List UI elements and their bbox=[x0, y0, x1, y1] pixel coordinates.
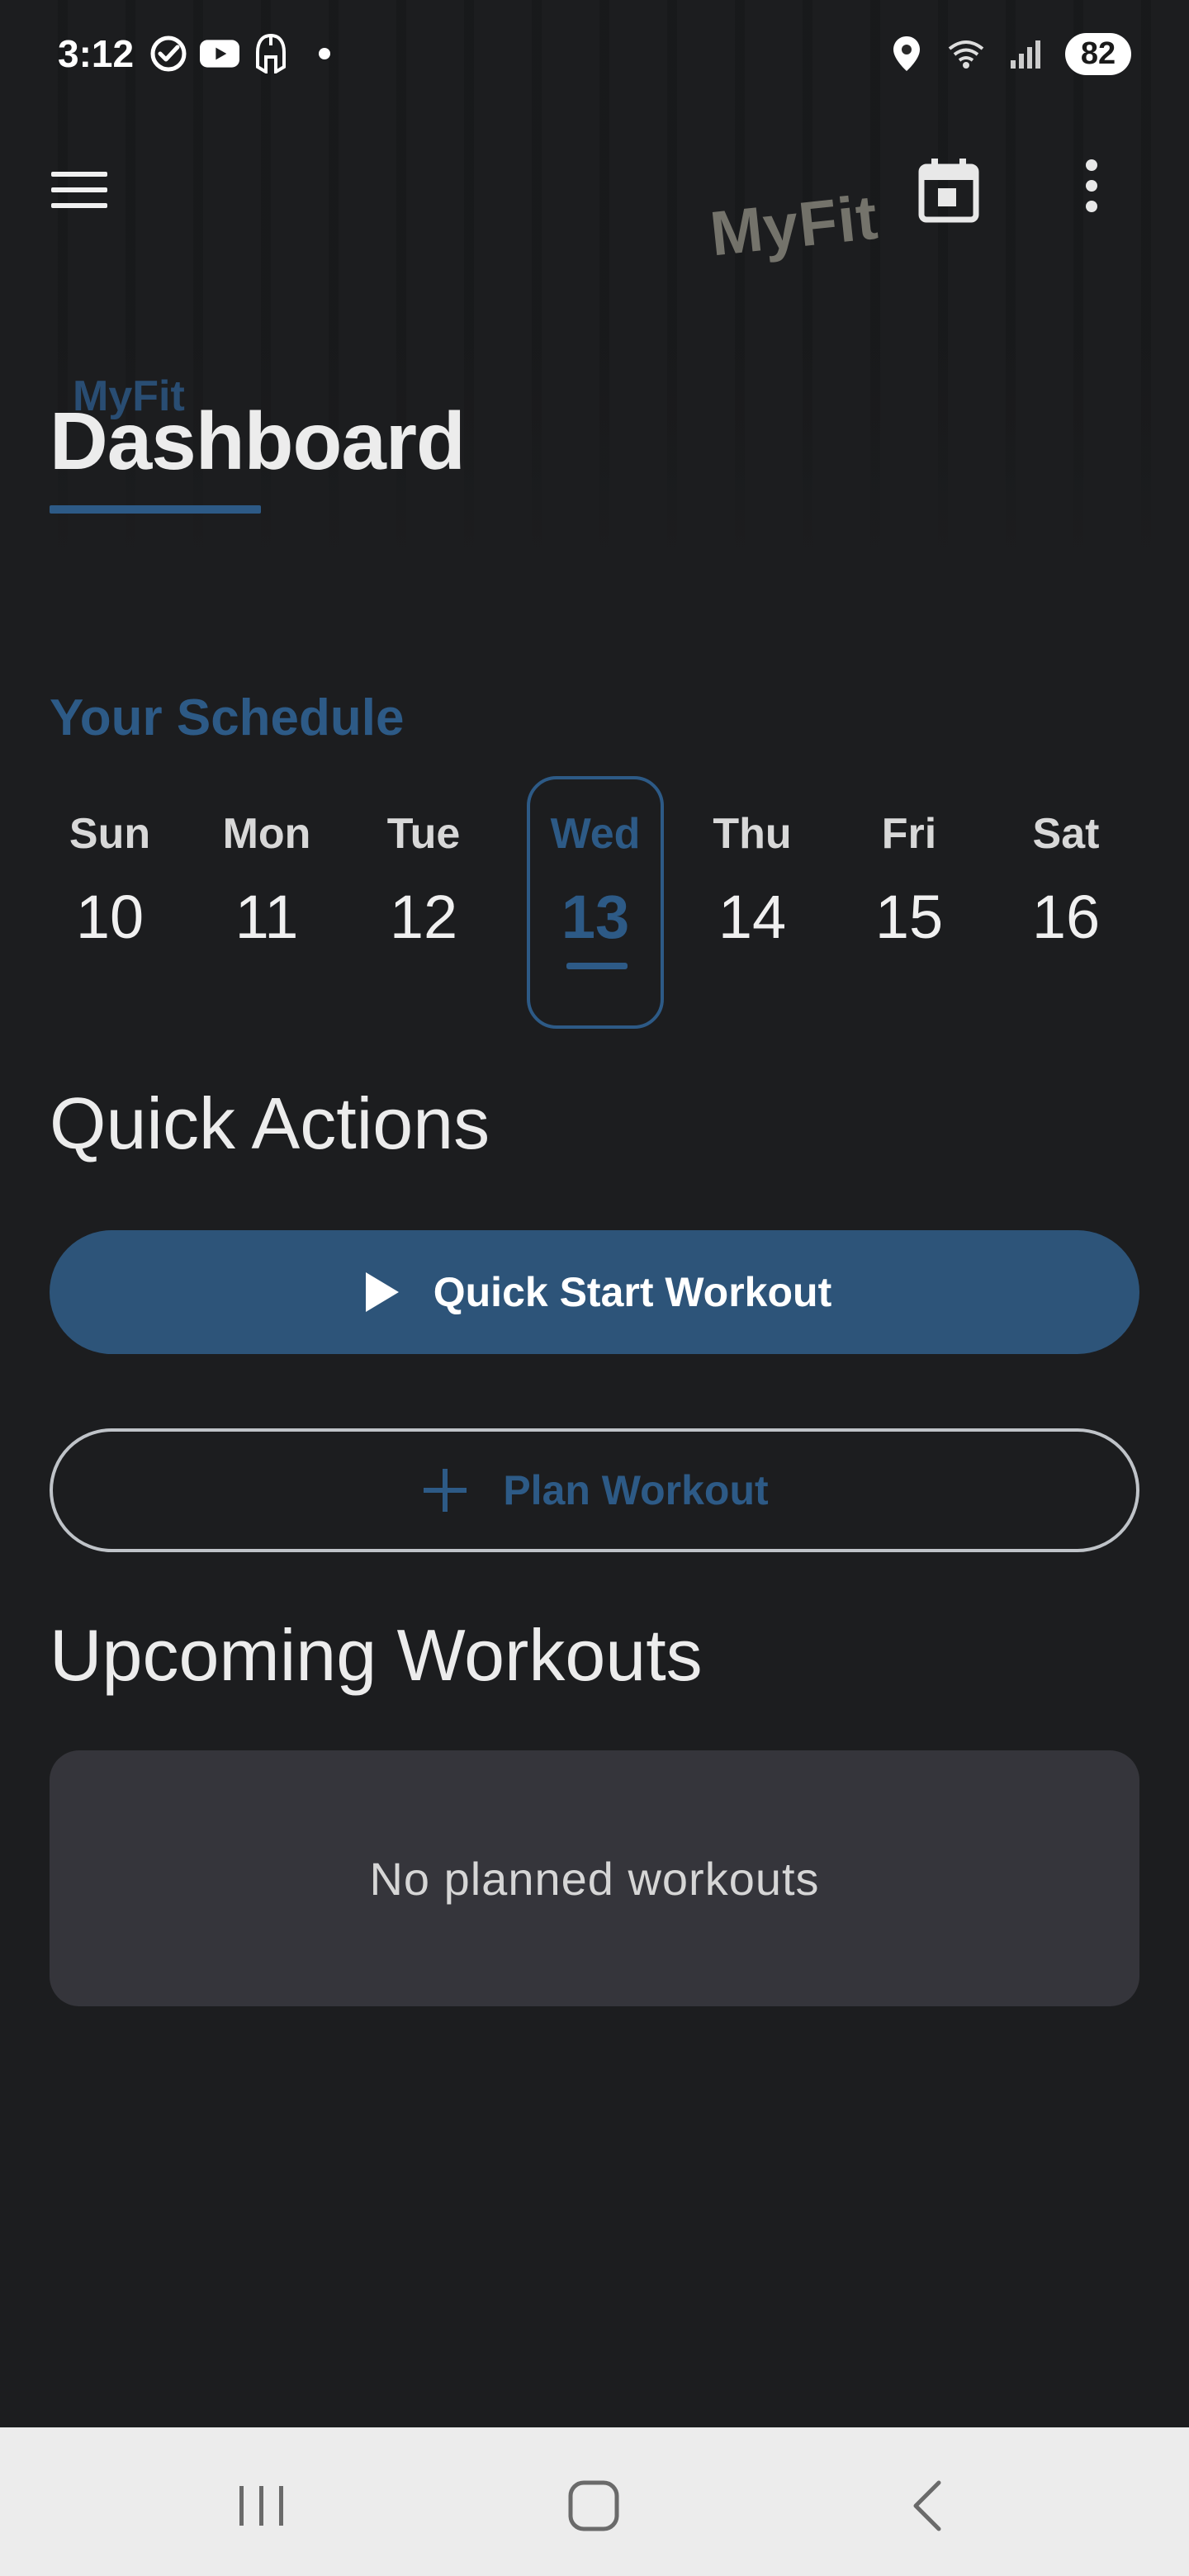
day-number: 15 bbox=[874, 883, 944, 951]
day-name: Wed bbox=[550, 810, 641, 858]
plan-workout-button[interactable]: Plan Workout bbox=[50, 1428, 1139, 1552]
back-icon[interactable] bbox=[890, 2469, 964, 2543]
day-thu[interactable]: Thu 14 bbox=[684, 776, 821, 1029]
day-name: Sat bbox=[1032, 810, 1100, 858]
schedule-heading: Your Schedule bbox=[50, 689, 405, 746]
upcoming-workouts-heading: Upcoming Workouts bbox=[50, 1614, 703, 1696]
week-selector: Sun 10 Mon 11 Tue 12 Wed 13 Thu 14 Fri 1… bbox=[41, 776, 1148, 1032]
signal-icon bbox=[1006, 34, 1045, 73]
location-icon bbox=[887, 34, 926, 73]
quick-start-label: Quick Start Workout bbox=[433, 1269, 832, 1315]
title-underline bbox=[50, 505, 261, 514]
home-icon[interactable] bbox=[557, 2469, 631, 2543]
day-sat[interactable]: Sat 16 bbox=[997, 776, 1135, 1029]
calendar-icon[interactable] bbox=[917, 157, 991, 231]
dashboard-screen: MyFit 3:12 82 MyFit Dashboard Your Sched… bbox=[0, 0, 1189, 2576]
wifi-icon bbox=[946, 34, 986, 73]
empty-state-text: No planned workouts bbox=[369, 1852, 820, 1905]
check-circle-icon bbox=[149, 34, 188, 73]
day-number: 13 bbox=[561, 883, 630, 951]
day-name: Fri bbox=[881, 810, 937, 858]
day-name: Tue bbox=[386, 810, 461, 858]
day-tue[interactable]: Tue 12 bbox=[355, 776, 492, 1029]
hamburger-menu-icon[interactable] bbox=[50, 165, 124, 231]
status-time: 3:12 bbox=[58, 32, 135, 75]
status-bar: 3:12 82 bbox=[0, 0, 1189, 107]
day-mon[interactable]: Mon 11 bbox=[198, 776, 335, 1029]
system-navigation-bar bbox=[0, 2427, 1189, 2576]
upcoming-empty-card: No planned workouts bbox=[50, 1750, 1139, 2006]
play-icon bbox=[358, 1269, 404, 1315]
day-fri[interactable]: Fri 15 bbox=[841, 776, 978, 1029]
day-number: 16 bbox=[1031, 883, 1101, 951]
day-sun[interactable]: Sun 10 bbox=[41, 776, 178, 1029]
page-title: Dashboard bbox=[50, 395, 466, 486]
more-vert-icon[interactable] bbox=[1082, 157, 1131, 231]
day-name: Mon bbox=[222, 810, 311, 858]
plan-workout-label: Plan Workout bbox=[503, 1467, 769, 1513]
selected-day-indicator bbox=[566, 963, 628, 969]
day-number: 11 bbox=[234, 883, 299, 951]
plus-icon bbox=[420, 1466, 470, 1515]
top-app-bar bbox=[0, 140, 1189, 248]
notification-dot-icon bbox=[319, 48, 331, 59]
day-number: 10 bbox=[75, 883, 144, 951]
recents-icon[interactable] bbox=[225, 2469, 299, 2543]
day-name: Thu bbox=[713, 810, 792, 858]
quick-start-workout-button[interactable]: Quick Start Workout bbox=[50, 1230, 1139, 1354]
day-number: 12 bbox=[389, 883, 458, 951]
status-notification-icons bbox=[149, 34, 331, 73]
spartan-helmet-icon bbox=[251, 34, 291, 73]
day-number: 14 bbox=[718, 883, 787, 951]
quick-actions-heading: Quick Actions bbox=[50, 1082, 490, 1164]
youtube-icon bbox=[200, 34, 240, 73]
day-name: Sun bbox=[69, 810, 151, 858]
status-system-icons: 82 bbox=[887, 32, 1131, 75]
day-wed-selected[interactable]: Wed 13 bbox=[527, 776, 664, 1029]
battery-icon: 82 bbox=[1065, 32, 1131, 75]
